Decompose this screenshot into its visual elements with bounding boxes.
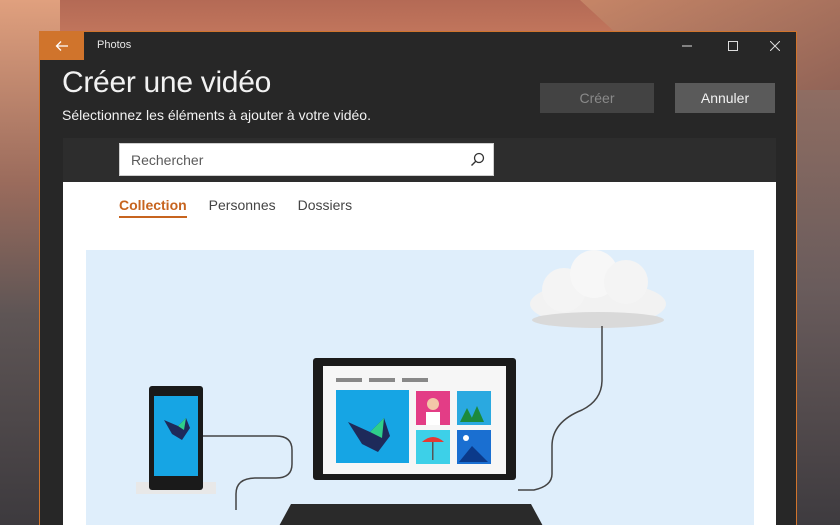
maximize-icon — [728, 41, 738, 51]
close-icon — [770, 41, 780, 51]
arrow-left-icon — [55, 41, 68, 51]
laptop-illustration — [279, 358, 543, 525]
close-button[interactable] — [752, 32, 796, 60]
minimize-icon — [682, 45, 692, 47]
phone-illustration — [136, 386, 216, 494]
content-panel: Collection Personnes Dossiers — [63, 138, 776, 525]
minimize-button[interactable] — [664, 32, 710, 60]
search-bar — [63, 138, 776, 182]
maximize-button[interactable] — [710, 32, 756, 60]
search-box — [119, 143, 494, 176]
page-subtitle: Sélectionnez les éléments à ajouter à vo… — [62, 107, 371, 123]
page-title: Créer une vidéo — [62, 66, 271, 99]
app-title: Photos — [97, 39, 132, 51]
tab-folders[interactable]: Dossiers — [298, 197, 352, 218]
search-input[interactable] — [120, 150, 461, 169]
tab-bar: Collection Personnes Dossiers — [119, 197, 352, 218]
back-button[interactable] — [40, 32, 84, 60]
tab-collection[interactable]: Collection — [119, 197, 187, 218]
cloud-icon — [530, 250, 666, 328]
create-button[interactable]: Créer — [540, 83, 654, 113]
cancel-button[interactable]: Annuler — [675, 83, 775, 113]
tab-people[interactable]: Personnes — [209, 197, 276, 218]
search-icon[interactable] — [461, 143, 493, 176]
title-bar: Photos — [40, 32, 796, 60]
empty-collection-illustration — [86, 250, 754, 525]
photos-window: Photos Créer une vidéo Sélectionnez les … — [39, 31, 797, 525]
